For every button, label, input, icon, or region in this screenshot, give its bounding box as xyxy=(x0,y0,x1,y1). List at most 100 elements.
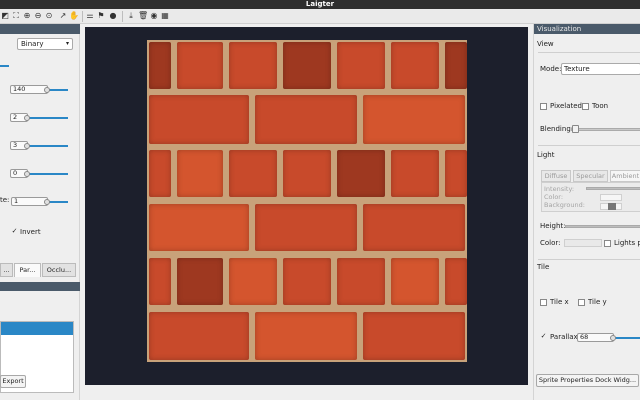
presets-icon[interactable]: ⚌ xyxy=(85,11,95,21)
brick xyxy=(229,42,277,89)
intensity-label: Intensity: xyxy=(544,185,575,193)
brick xyxy=(149,95,249,144)
zoom-reset-icon[interactable]: ⊙ xyxy=(44,11,54,21)
spin-box[interactable]: 0 xyxy=(10,169,30,178)
slider-track[interactable] xyxy=(614,337,640,339)
list-item[interactable] xyxy=(1,322,73,335)
brick xyxy=(283,258,331,305)
brick xyxy=(177,258,223,305)
blending-slider[interactable] xyxy=(571,128,640,131)
toolbar-separator xyxy=(122,11,123,22)
tab-specular[interactable]: Specular xyxy=(573,170,608,182)
light-color-swatch[interactable] xyxy=(564,239,602,247)
tile-y-checkbox[interactable] xyxy=(578,299,585,306)
ambient-color-swatch[interactable] xyxy=(600,194,622,201)
image-icon[interactable]: ◩ xyxy=(0,11,10,21)
pixelated-checkbox[interactable] xyxy=(540,103,547,110)
tab-parallax[interactable]: Par... xyxy=(14,263,41,277)
brick xyxy=(445,258,467,305)
language-icon[interactable]: ⚑ xyxy=(96,11,106,21)
tab-occlusion[interactable]: Occlu... xyxy=(42,263,76,277)
zoom-in-icon[interactable]: ⊕ xyxy=(22,11,32,21)
mode-select-value: Texture xyxy=(564,65,590,73)
height-label: Height: xyxy=(540,222,566,230)
parallax-checkbox[interactable]: ✓ xyxy=(540,333,547,341)
spin-box[interactable]: 1 xyxy=(11,197,50,206)
brick xyxy=(255,95,357,144)
brick xyxy=(255,204,357,251)
invert-checkbox[interactable]: ✓ xyxy=(11,228,18,236)
spin-box[interactable]: 2 xyxy=(10,113,30,122)
lights-checkbox[interactable] xyxy=(604,240,611,247)
slider-handle[interactable] xyxy=(610,335,616,341)
brick xyxy=(337,150,385,197)
grid-icon[interactable]: ▦ xyxy=(160,11,170,21)
brick xyxy=(445,42,467,89)
brick xyxy=(149,258,171,305)
toon-label: Toon xyxy=(592,102,609,110)
tab-diffuse[interactable]: Diffuse xyxy=(541,170,571,182)
slider-handle[interactable] xyxy=(24,143,30,149)
view-group-title: View xyxy=(537,40,554,48)
record-icon[interactable]: ◉ xyxy=(149,11,159,21)
ambient-settings: Intensity: Color: Background: xyxy=(541,182,640,212)
brick xyxy=(149,150,171,197)
slider-handle[interactable] xyxy=(24,171,30,177)
fit-icon[interactable]: ⛶ xyxy=(11,11,21,21)
brick-texture-preview[interactable] xyxy=(147,40,467,362)
brick xyxy=(363,312,465,360)
brick xyxy=(391,42,439,89)
slider-handle[interactable] xyxy=(24,115,30,121)
download-icon[interactable]: ⤓ xyxy=(126,11,136,21)
brick xyxy=(363,95,465,144)
brick xyxy=(149,204,249,251)
parallax-spin-box[interactable]: 68 xyxy=(577,333,616,342)
color-label-gray: Color: xyxy=(544,193,564,201)
brick xyxy=(255,312,357,360)
tab-ambient[interactable]: Ambient xyxy=(610,170,640,182)
info-icon[interactable]: ● xyxy=(108,11,118,21)
toolbar: ◩ ⛶ ⊕ ⊖ ⊙ ↗ ✋ ⚌ ⚑ ● ⤓ 🗑 ◉ ▦ xyxy=(0,9,640,24)
color-label: Color: xyxy=(540,239,561,247)
hand-icon[interactable]: ✋ xyxy=(69,11,79,21)
tile-y-label: Tile y xyxy=(588,298,607,306)
slider-track[interactable] xyxy=(28,145,68,147)
intensity-slider[interactable] xyxy=(586,187,640,190)
spin-box[interactable]: 3 xyxy=(10,141,30,150)
export-icon[interactable]: ↗ xyxy=(58,11,68,21)
mode-select[interactable]: Binary ▾ xyxy=(17,38,73,50)
tile-group-title: Tile xyxy=(537,263,550,271)
slider-track[interactable] xyxy=(28,173,68,175)
trash-icon[interactable]: 🗑 xyxy=(138,11,148,21)
right-panel: Visualization View Mode: Texture Pixelat… xyxy=(533,24,640,400)
list-header xyxy=(0,282,80,291)
left-panel: Binary ▾ 140 2 3 0 te: 1 ✓ Invert ... Pa… xyxy=(0,24,80,400)
tab-first[interactable]: ... xyxy=(0,263,13,277)
export-button[interactable]: Export xyxy=(0,375,26,388)
brick xyxy=(283,42,331,89)
viewport[interactable] xyxy=(85,27,528,385)
height-slider[interactable] xyxy=(565,225,640,228)
window-title: Laigter xyxy=(0,0,640,9)
light-group-title: Light xyxy=(537,151,555,159)
slider-handle[interactable] xyxy=(572,125,579,133)
zoom-out-icon[interactable]: ⊖ xyxy=(33,11,43,21)
parallax-label: Parallax xyxy=(550,333,578,341)
slider-handle[interactable] xyxy=(44,87,50,93)
brick xyxy=(149,42,171,89)
slider-track[interactable] xyxy=(48,201,68,203)
slider-handle[interactable] xyxy=(44,199,50,205)
slider-track[interactable] xyxy=(48,89,68,91)
spin-box[interactable]: 140 xyxy=(10,85,50,94)
light-tabs: Diffuse Specular Ambient xyxy=(541,170,640,182)
slider-track xyxy=(0,65,9,67)
mode-select[interactable]: Texture xyxy=(561,63,640,75)
tile-x-checkbox[interactable] xyxy=(540,299,547,306)
brick xyxy=(149,312,249,360)
brick xyxy=(229,258,277,305)
sprite-properties-dock-button[interactable]: Sprite Properties Dock Widg... xyxy=(536,374,639,387)
brick xyxy=(283,150,331,197)
left-panel-header xyxy=(0,24,80,34)
slider-track[interactable] xyxy=(28,117,68,119)
toon-checkbox[interactable] xyxy=(582,103,589,110)
